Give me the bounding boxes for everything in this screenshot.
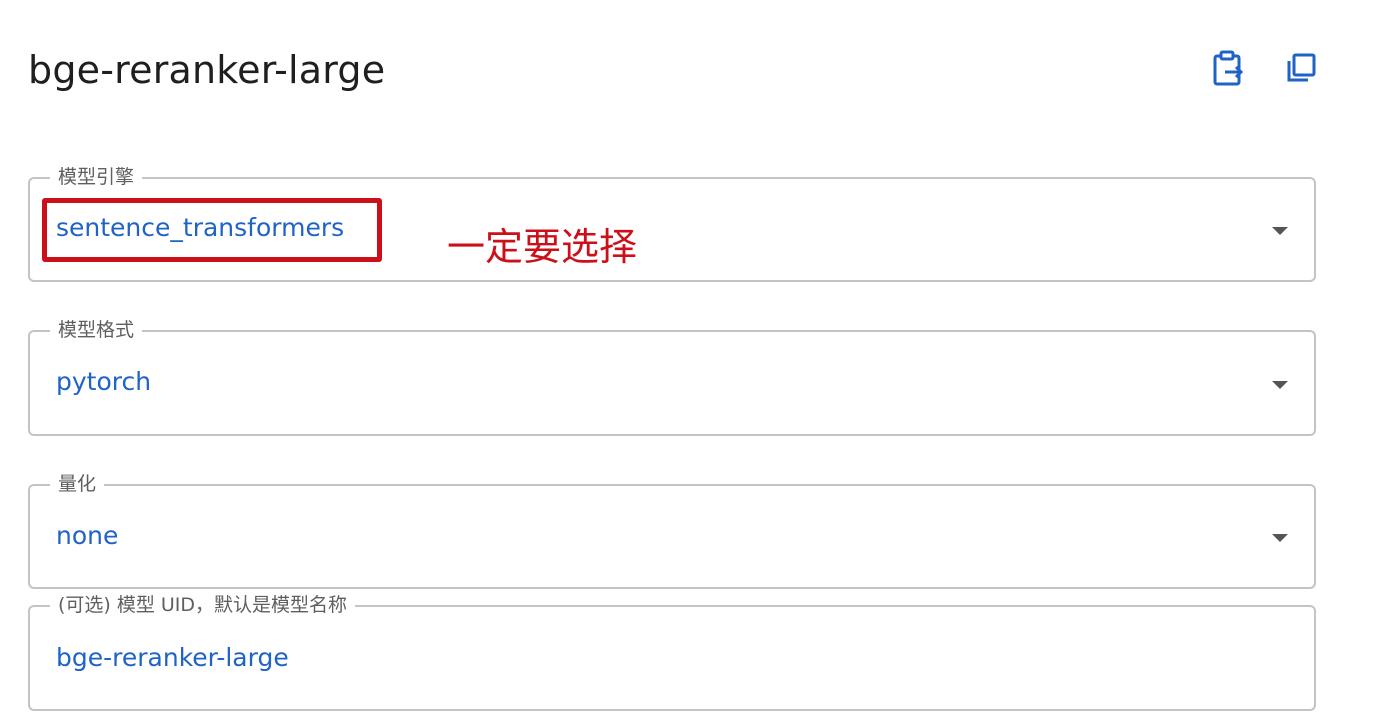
model-format-label: 模型格式 <box>50 316 143 344</box>
annotation-highlight-box <box>42 198 382 262</box>
chevron-down-icon[interactable] <box>1272 381 1288 389</box>
copy-icon <box>1287 53 1316 82</box>
quantization-select[interactable]: 量化 none <box>28 470 1316 589</box>
model-engine-label: 模型引擎 <box>50 163 143 191</box>
model-uid-field[interactable]: (可选) 模型 UID，默认是模型名称 bge-reranker-large <box>28 591 1316 711</box>
copy-button[interactable] <box>1281 48 1321 88</box>
model-uid-value[interactable]: bge-reranker-large <box>56 643 289 672</box>
model-format-select[interactable]: 模型格式 pytorch <box>28 316 1316 436</box>
chevron-down-icon[interactable] <box>1272 534 1288 542</box>
model-launch-panel: bge-reranker-large 模型引擎 sentence_transfo… <box>0 0 1386 722</box>
page-title: bge-reranker-large <box>28 48 386 92</box>
clipboard-export-button[interactable] <box>1208 48 1248 88</box>
chevron-down-icon[interactable] <box>1272 227 1288 235</box>
model-uid-label: (可选) 模型 UID，默认是模型名称 <box>50 591 356 619</box>
model-format-value: pytorch <box>56 367 152 396</box>
clipboard-export-icon <box>1213 50 1244 86</box>
quantization-label: 量化 <box>50 470 105 498</box>
quantization-value: none <box>56 521 119 550</box>
annotation-text: 一定要选择 <box>447 225 638 269</box>
